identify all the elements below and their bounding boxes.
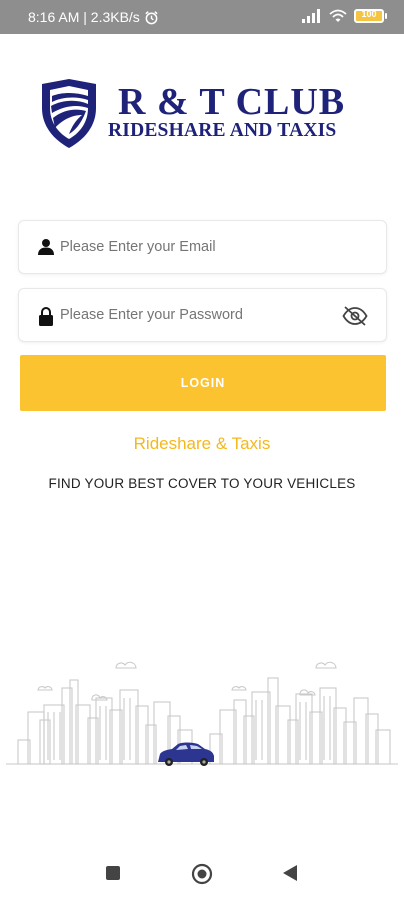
recents-icon[interactable]	[105, 865, 121, 881]
shield-logo-icon	[42, 79, 96, 148]
email-input[interactable]	[60, 221, 330, 273]
battery-icon: 100	[354, 9, 387, 23]
back-icon[interactable]	[282, 864, 298, 882]
status-left: 8:16 AM | 2.3KB/s	[28, 9, 159, 25]
status-right: 100	[302, 9, 387, 23]
alarm-icon	[145, 10, 158, 24]
status-time-speed: 8:16 AM | 2.3KB/s	[28, 9, 140, 25]
wifi-icon	[329, 9, 347, 22]
brand-tagline: Rideshare & Taxis	[133, 434, 271, 453]
home-icon[interactable]	[191, 863, 213, 885]
password-input[interactable]	[60, 289, 330, 341]
car-icon	[158, 742, 214, 766]
city-skyline-illustration	[6, 661, 398, 766]
signal-icon	[302, 9, 320, 23]
login-button[interactable]: LOGIN	[20, 355, 386, 411]
email-field[interactable]	[18, 220, 387, 274]
navigation-bar	[0, 840, 404, 900]
logo-title: R & T CLUB	[118, 81, 346, 123]
tagline: FIND YOUR BEST COVER TO YOUR VEHICLES	[48, 476, 356, 491]
lock-icon	[39, 307, 53, 326]
battery-level: 100	[361, 9, 377, 19]
password-field[interactable]	[18, 288, 387, 342]
eye-off-icon[interactable]	[342, 306, 368, 326]
brand-logo: R & T CLUB RIDESHARE AND TAXIS	[38, 78, 378, 150]
person-icon	[38, 239, 54, 255]
status-bar: 8:16 AM | 2.3KB/s 100	[0, 0, 404, 34]
logo-subtitle: RIDESHARE AND TAXIS	[108, 120, 337, 141]
